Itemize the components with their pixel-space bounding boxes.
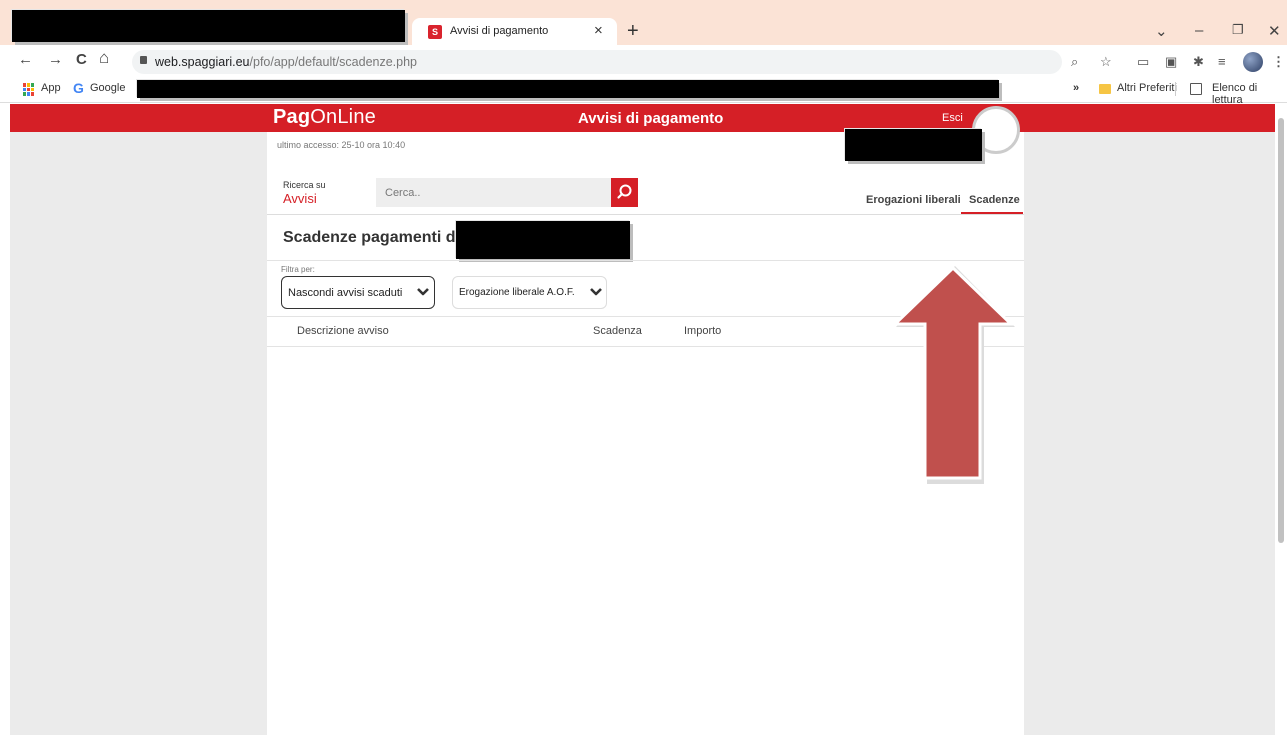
pagonline-favicon-icon: S <box>428 25 442 39</box>
url-text[interactable]: web.spaggiari.eu/pfo/app/default/scadenz… <box>155 55 417 69</box>
puzzle-icon[interactable]: ✱ <box>1193 54 1204 70</box>
profile-avatar[interactable] <box>1243 52 1263 72</box>
folder-icon <box>1099 84 1111 94</box>
annotation-arrow-up-icon <box>893 265 1015 484</box>
google-icon: G <box>73 80 84 96</box>
apps-grid-icon <box>23 83 36 96</box>
reading-list-icon <box>1190 83 1202 95</box>
extension-icon[interactable]: ▣ <box>1165 54 1177 70</box>
home-icon[interactable]: ⌂ <box>99 48 109 68</box>
page-scrollbar[interactable] <box>1278 118 1284 543</box>
bookmark-star-icon[interactable]: ☆ <box>1100 54 1112 70</box>
bookmark-apps[interactable]: App <box>41 82 61 94</box>
column-header-description: Descrizione avviso <box>297 325 389 337</box>
pagonline-logo[interactable]: PagOnLine <box>273 106 376 129</box>
more-bookmarks-icon[interactable]: » <box>1073 82 1079 94</box>
search-button[interactable] <box>611 178 638 207</box>
page-title: Avvisi di pagamento <box>578 110 724 127</box>
section-title: Scadenze pagamenti di <box>283 229 460 246</box>
menu-icon[interactable]: ⋮ <box>1272 54 1285 70</box>
reload-icon[interactable]: C <box>76 51 87 68</box>
cast-icon[interactable]: ▭ <box>1137 54 1149 70</box>
divider <box>267 260 1024 261</box>
forward-icon[interactable]: → <box>48 51 63 68</box>
search-label-small: Ricerca su <box>283 180 326 190</box>
search-icon <box>617 184 632 199</box>
logo-rest: OnLine <box>310 106 376 128</box>
redacted-tab <box>12 10 405 42</box>
browser-tab-active[interactable]: S Avvisi di pagamento × <box>412 18 617 45</box>
chevron-down-icon <box>590 288 602 296</box>
url-path: /pfo/app/default/scadenze.php <box>249 55 418 69</box>
tab-close-icon[interactable]: × <box>594 22 603 39</box>
new-tab-button[interactable]: + <box>627 20 639 43</box>
logout-link[interactable]: Esci <box>942 112 963 124</box>
restore-button[interactable]: ❐ <box>1232 22 1244 38</box>
page-margin-left <box>10 104 267 735</box>
filter-expired-value: Nascondi avvisi scaduti <box>288 287 403 299</box>
minimize-button[interactable]: – <box>1195 22 1203 39</box>
zoom-icon[interactable]: ⌕ <box>1071 54 1078 70</box>
redacted-bookmarks <box>137 80 999 98</box>
logo-bold: Pag <box>273 106 311 128</box>
search-label-scope: Avvisi <box>283 191 317 206</box>
column-header-amount: Importo <box>684 325 722 337</box>
tab-erogazioni-liberali[interactable]: Erogazioni liberali <box>866 194 961 206</box>
divider <box>267 214 1024 215</box>
redacted-student-name <box>456 221 630 259</box>
filter-category-value: Erogazione liberale A.O.F. <box>459 287 575 298</box>
media-icon[interactable]: ≡ <box>1218 54 1226 69</box>
bookmark-reading-list[interactable]: Elenco di lettura <box>1212 82 1287 106</box>
back-icon[interactable]: ← <box>18 51 33 68</box>
tab-title: Avvisi di pagamento <box>450 25 549 37</box>
search-input[interactable] <box>376 178 612 207</box>
close-window-button[interactable]: ✕ <box>1268 22 1281 40</box>
bookmark-other-favorites[interactable]: Altri Preferiti <box>1117 82 1177 94</box>
last-access-text: ultimo accesso: 25-10 ora 10:40 <box>277 140 406 150</box>
tab-scadenze[interactable]: Scadenze <box>969 194 1020 206</box>
redacted-username <box>845 129 982 161</box>
lock-icon[interactable] <box>140 56 147 64</box>
chevron-down-icon <box>417 288 429 296</box>
filter-label: Filtra per: <box>281 265 315 274</box>
tab-list-icon[interactable]: ⌄ <box>1155 22 1168 40</box>
page-margin-right <box>1024 104 1275 735</box>
url-host: web.spaggiari.eu <box>155 55 250 69</box>
column-header-due-date: Scadenza <box>593 325 642 337</box>
bookmark-google[interactable]: Google <box>90 82 125 94</box>
bookmark-divider <box>1175 82 1176 96</box>
